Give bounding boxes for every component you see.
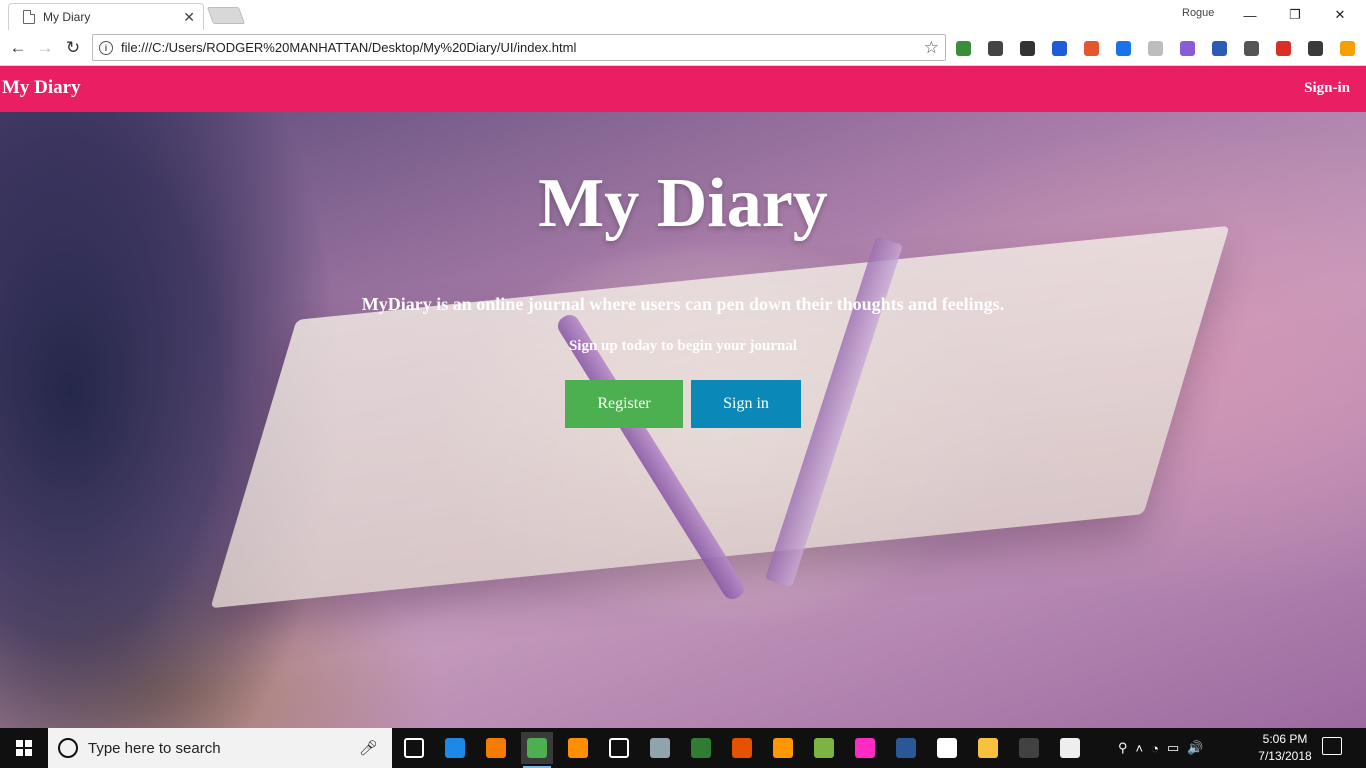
address-bar[interactable]: i file:///C:/Users/RODGER%20MANHATTAN/De… (92, 34, 946, 61)
people-icon[interactable]: ⚲ (1118, 740, 1128, 756)
volume-icon[interactable]: 🔊 (1187, 740, 1203, 756)
camera-extension-icon[interactable] (1240, 38, 1262, 58)
back-button[interactable]: ← (7, 37, 29, 59)
system-tray: ⚲ ˄ ◔ ▭ 🔊 (1118, 728, 1203, 768)
microphone-icon[interactable]: 🎤︎ (359, 739, 378, 757)
battery-icon[interactable]: ▭ (1167, 740, 1179, 756)
chrome-icon[interactable] (521, 732, 553, 768)
download-manager-extension-icon[interactable] (1208, 38, 1230, 58)
profile-name[interactable]: Rogue (1182, 7, 1214, 19)
tab-title: My Diary (43, 10, 91, 24)
globe-extension-icon[interactable] (952, 38, 974, 58)
download-extension-icon[interactable] (1304, 38, 1326, 58)
close-tab-icon[interactable]: ✕ (183, 10, 195, 24)
m-extension-icon[interactable] (1144, 38, 1166, 58)
show-hidden-icons-icon[interactable]: ˄ (1136, 741, 1144, 756)
screen-icon[interactable] (644, 732, 676, 764)
hero-lead: MyDiary is an online journal where users… (361, 294, 1005, 314)
word-icon[interactable] (890, 732, 922, 764)
new-tab-button[interactable] (206, 7, 246, 24)
hero-title: My Diary (538, 165, 828, 242)
windows-logo-icon (16, 740, 32, 756)
start-button[interactable] (0, 728, 48, 768)
browser-tab[interactable]: My Diary ✕ (8, 3, 204, 30)
search-app-icon[interactable] (480, 732, 512, 764)
extension-icons (952, 38, 1358, 58)
site-navbar: My Diary Sign-in (0, 66, 1366, 112)
sublime-icon[interactable] (767, 732, 799, 764)
window-extension-icon[interactable] (1112, 38, 1134, 58)
clock-time: 5:06 PM (1262, 732, 1308, 746)
minimize-button[interactable]: — (1228, 4, 1272, 26)
wifi-icon[interactable]: ◔ (1151, 741, 1159, 756)
info-icon[interactable]: i (99, 40, 113, 55)
document-icon (23, 10, 35, 24)
chameleon-icon[interactable] (808, 732, 840, 764)
devices-icon[interactable] (1054, 732, 1086, 764)
restore-button[interactable]: ❐ (1273, 4, 1317, 26)
alert-extension-icon[interactable] (1336, 38, 1358, 58)
browser-toolbar: ← → ↻ i file:///C:/Users/RODGER%20MANHAT… (0, 30, 1366, 66)
file-explorer-icon[interactable] (972, 732, 1004, 764)
puzzle-extension-icon[interactable] (1016, 38, 1038, 58)
cortana-icon (58, 738, 78, 758)
taskbar-search-box[interactable]: Type here to search 🎤︎ (48, 728, 392, 768)
gmail-extension-icon[interactable] (1048, 38, 1070, 58)
adobe-xd-icon[interactable] (849, 732, 881, 764)
signin-button[interactable]: Sign in (691, 380, 801, 428)
bookmark-star-icon[interactable]: ☆ (924, 38, 939, 58)
photos-icon[interactable] (931, 732, 963, 764)
hero-section: My Diary MyDiary is an online journal wh… (0, 112, 1366, 728)
taskbar-search-placeholder[interactable]: Type here to search (88, 740, 359, 757)
taskbar-clock[interactable]: 5:06 PM 7/13/2018 (1252, 731, 1318, 765)
close-window-button[interactable]: ✕ (1318, 4, 1362, 26)
site-brand[interactable]: My Diary (2, 77, 81, 99)
file-extension-icon[interactable] (1176, 38, 1198, 58)
terminal-icon[interactable] (1013, 732, 1045, 764)
flag-extension-icon[interactable] (1272, 38, 1294, 58)
network-icon[interactable] (685, 732, 717, 764)
car-extension-icon[interactable] (984, 38, 1006, 58)
git-icon[interactable] (726, 732, 758, 764)
browser-tab-strip: My Diary ✕ Rogue — ❐ ✕ (0, 0, 1366, 30)
taskbar-apps (398, 732, 1086, 768)
reload-button[interactable]: ↻ (62, 37, 84, 59)
clock-date: 7/13/2018 (1258, 749, 1312, 763)
notification-center-icon[interactable] (1322, 737, 1342, 755)
register-button[interactable]: Register (565, 380, 683, 428)
blocker-extension-icon[interactable] (1080, 38, 1102, 58)
nav-signin-link[interactable]: Sign-in (1304, 80, 1350, 97)
windows-taskbar: Type here to search 🎤︎ ⚲ ˄ ◔ ▭ 🔊 5:06 PM 7/1… (0, 728, 1366, 768)
forward-button[interactable]: → (34, 37, 56, 59)
hero-subtitle: Sign up today to begin your journal (568, 338, 798, 354)
vlc-icon[interactable] (562, 732, 594, 764)
settings-icon[interactable] (603, 732, 635, 764)
edge-icon[interactable] (439, 732, 471, 764)
url-text[interactable]: file:///C:/Users/RODGER%20MANHATTAN/Desk… (121, 40, 924, 55)
task-view-icon[interactable] (398, 732, 430, 764)
